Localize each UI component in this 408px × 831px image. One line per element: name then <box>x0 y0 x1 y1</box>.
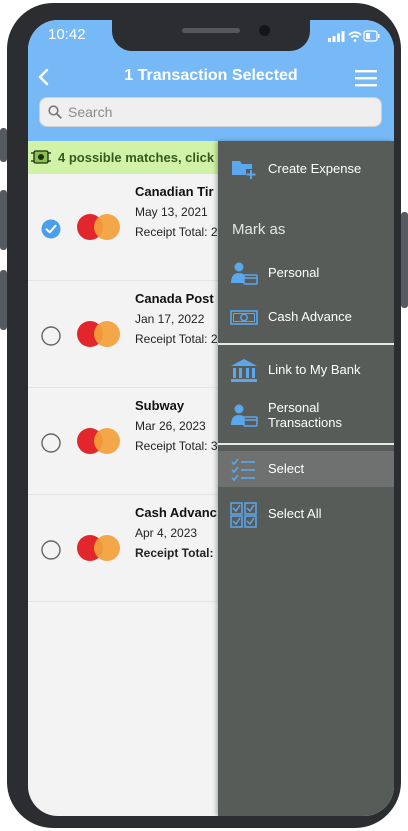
transaction-date: May 13, 2021 <box>135 205 208 219</box>
unselected-checkbox-icon[interactable] <box>41 540 61 560</box>
selected-checkbox-icon[interactable] <box>41 219 61 239</box>
select-label: Select <box>268 461 305 476</box>
hamburger-menu-icon[interactable] <box>353 68 379 88</box>
app-header: 10:42 1 Transaction Selected Search <box>28 20 394 141</box>
receipt-total: Receipt Total: 2 <box>135 225 218 239</box>
transaction-date: Jan 17, 2022 <box>135 312 205 326</box>
mark-personal-item[interactable]: Personal <box>218 255 394 291</box>
actions-drawer: Create Expense Mark as Personal Cash Adv… <box>218 141 394 816</box>
receipt-total: Receipt Total: 3 <box>135 439 218 453</box>
unselected-checkbox-icon[interactable] <box>41 326 61 346</box>
cash-advance-label: Cash Advance <box>268 309 352 324</box>
side-button-power <box>401 212 408 308</box>
transaction-date: Mar 26, 2023 <box>135 419 206 433</box>
create-expense-label: Create Expense <box>268 161 362 176</box>
status-time: 10:42 <box>48 26 86 43</box>
person-card-icon <box>231 262 258 285</box>
select-all-item[interactable]: Select All <box>218 496 394 532</box>
front-camera <box>259 25 270 36</box>
side-button-silent <box>0 128 7 162</box>
status-icons <box>328 29 380 47</box>
page-title: 1 Transaction Selected <box>124 67 298 84</box>
select-all-icon <box>230 502 257 528</box>
side-button-volume-up <box>0 190 7 250</box>
transaction-date: Apr 4, 2023 <box>135 526 198 540</box>
mark-cash-advance-item[interactable]: Cash Advance <box>218 299 394 335</box>
merchant-name: Canadian Tir <box>135 184 214 199</box>
merchant-name: Canada Post <box>135 291 214 306</box>
phone-notch <box>112 20 310 51</box>
receipt-total: Receipt Total: <box>135 546 214 560</box>
link-bank-label: Link to My Bank <box>268 362 361 377</box>
search-icon <box>48 105 62 119</box>
signal-icon <box>328 31 345 42</box>
drawer-divider <box>218 343 394 345</box>
phone-screen: 10:42 1 Transaction Selected Search 4 po… <box>28 20 394 816</box>
checklist-icon <box>231 458 255 482</box>
mastercard-icon <box>77 321 120 347</box>
personal-transactions-label: Personal Transactions <box>268 400 342 430</box>
bank-icon <box>231 359 257 382</box>
search-input[interactable] <box>68 101 368 123</box>
receipt-total: Receipt Total: 2 <box>135 332 218 346</box>
unselected-checkbox-icon[interactable] <box>41 433 61 453</box>
battery-icon <box>363 30 380 42</box>
link-bank-item[interactable]: Link to My Bank <box>218 352 394 388</box>
mark-as-heading: Mark as <box>232 221 286 238</box>
select-all-label: Select All <box>268 506 322 521</box>
back-chevron-icon[interactable] <box>32 65 56 89</box>
mastercard-icon <box>77 428 120 454</box>
match-banner-text: 4 possible matches, click <box>58 150 215 165</box>
merchant-name: Subway <box>135 398 185 413</box>
search-bar[interactable] <box>39 97 382 127</box>
folder-plus-icon <box>232 161 256 179</box>
select-item[interactable]: Select <box>218 451 394 487</box>
create-expense-item[interactable]: Create Expense <box>218 151 394 187</box>
personal-transactions-item[interactable]: Personal Transactions <box>218 397 394 433</box>
mastercard-icon <box>77 214 120 240</box>
drawer-divider <box>218 443 394 445</box>
person-card-icon <box>231 404 258 427</box>
personal-label: Personal <box>268 265 320 280</box>
speaker-grill <box>182 28 240 33</box>
wifi-icon <box>348 31 362 42</box>
personal-transactions-line-2: Transactions <box>268 415 342 430</box>
side-button-volume-down <box>0 270 7 330</box>
cash-icon <box>230 310 258 325</box>
personal-transactions-line-1: Personal <box>268 400 320 415</box>
match-icon <box>31 150 51 164</box>
mastercard-icon <box>77 535 120 561</box>
merchant-name: Cash Advanc <box>135 505 217 520</box>
phone-frame: 10:42 1 Transaction Selected Search 4 po… <box>7 3 401 828</box>
